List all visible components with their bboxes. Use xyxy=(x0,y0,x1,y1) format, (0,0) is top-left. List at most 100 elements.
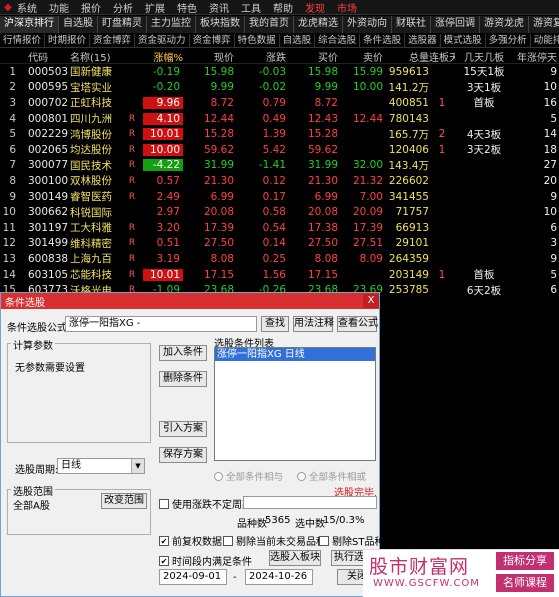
table-row[interactable]: 3 000702 正虹科技 9.96 8.72 0.79 8.72 400851 1 首板 16 xyxy=(0,95,559,111)
column-header[interactable]: 涨幅% xyxy=(138,49,186,64)
tab-main[interactable]: 财联社 xyxy=(392,16,431,33)
column-header[interactable]: 几天几板 xyxy=(455,49,513,64)
menu-item[interactable]: 帮助 xyxy=(273,0,293,15)
column-header[interactable]: 买价 xyxy=(286,49,338,64)
table-row[interactable]: 6 002065 均达股份 R 10.00 59.62 5.42 59.62 120406 1 3天… xyxy=(0,142,559,158)
tab-main[interactable]: 板块指数 xyxy=(196,16,245,33)
table-row[interactable]: 5 002229 鸿博股份 R 10.01 15.28 1.39 15.28 165.7万 2 4天… xyxy=(0,126,559,142)
table-row[interactable]: 13 600838 上海九百 R 3.19 8.08 0.25 8.08 8.09 264359 9 xyxy=(0,251,559,267)
close-icon[interactable]: X xyxy=(363,294,379,308)
view-formula-button[interactable]: 查看公式 xyxy=(337,316,378,332)
table-row[interactable]: 11 301197 工大科雅 R 3.20 17.39 0.54 17.38 17.39 6691… xyxy=(0,220,559,236)
table-row[interactable]: 7 300077 国民技术 R -4.22 31.99 -1.41 31.99 32.00 143… xyxy=(0,158,559,174)
table-row[interactable]: 10 300662 科锐国际 2.97 20.08 0.58 20.08 20.09 71757… xyxy=(0,204,559,220)
menu-item[interactable]: 资讯 xyxy=(209,0,229,15)
menu-item[interactable]: 报价 xyxy=(81,0,101,15)
to-block-button[interactable]: 选股入板块 xyxy=(269,550,321,566)
find-button[interactable]: 查找 xyxy=(261,316,289,332)
period-select[interactable]: 日线 ▼ xyxy=(57,458,145,474)
menu-item-highlight[interactable]: 发现 xyxy=(305,0,325,15)
column-header[interactable]: 连板天 xyxy=(429,49,455,64)
delete-condition-button[interactable]: 删除条件 xyxy=(159,371,207,387)
cell-yr: 5 xyxy=(550,112,557,125)
radio-all-and[interactable]: 全部条件相与 xyxy=(214,469,283,483)
tab-main[interactable]: 游资龙虎 xyxy=(480,16,529,33)
selected-value: 15/0.3% xyxy=(323,515,365,526)
tab-sub[interactable]: 特色数据 xyxy=(235,34,280,47)
condition-select-dialog: 条件选股 X 条件选股公式 涨停一阳指XG - 查找 用法注释 查看公式 计算参… xyxy=(0,292,384,597)
tab-sub[interactable]: 资金博弈 xyxy=(190,34,235,47)
date-from-input[interactable]: 2024-09-01 xyxy=(159,569,227,585)
menu-item[interactable]: 功能 xyxy=(49,0,69,15)
tab-sub[interactable]: 动能排行 xyxy=(531,34,559,47)
column-header[interactable]: 卖价 xyxy=(338,49,383,64)
tab-main[interactable]: 我的首页 xyxy=(245,16,294,33)
add-condition-button[interactable]: 加入条件 xyxy=(159,345,207,361)
tab-main[interactable]: 主力监控 xyxy=(147,16,196,33)
cell-name: 维科精密 xyxy=(70,237,112,250)
cell-code: 000801 xyxy=(28,112,69,125)
tab-sub[interactable]: 综合选股 xyxy=(315,34,361,47)
cell-yr: 10 xyxy=(543,81,557,94)
tab-sub[interactable]: 自选股 xyxy=(280,34,316,47)
menu-item[interactable]: 系统 xyxy=(17,0,37,15)
tab-main[interactable]: 涨停回调 xyxy=(431,16,480,33)
cell-vol: 203149 xyxy=(388,268,429,281)
tab-sub[interactable]: 多强分析 xyxy=(486,34,531,47)
tab-main[interactable]: 游资复盘 xyxy=(529,16,559,33)
table-row[interactable]: 1 000503 国新健康 -0.19 15.98 -0.03 15.98 15.99 9596… xyxy=(0,64,559,80)
column-header[interactable]: 名称(15) xyxy=(70,49,126,64)
condition-list-item[interactable]: 涨停一阳指XG 日线 xyxy=(215,348,375,361)
column-header[interactable]: 涨跌 xyxy=(234,49,286,64)
column-header[interactable]: 总量 xyxy=(383,49,429,64)
import-plan-button[interactable]: 引入方案 xyxy=(159,421,207,437)
menu-item[interactable]: 工具 xyxy=(241,0,261,15)
check-icon: ✔ xyxy=(159,555,169,566)
change-scope-button[interactable]: 改变范围 xyxy=(101,493,147,509)
tab-sub[interactable]: 模式选股 xyxy=(441,34,486,47)
tab-sub[interactable]: 条件选股 xyxy=(360,34,406,47)
cell-jt: 15天1板 xyxy=(463,66,505,79)
change-pct-value: 10.01 xyxy=(143,268,183,281)
exclude-st-checkbox[interactable]: 剔除ST品种 xyxy=(319,533,384,548)
formula-select[interactable]: 涨停一阳指XG - xyxy=(65,316,257,332)
use-period-checkbox[interactable]: 使用涨跌不定周期 xyxy=(159,496,252,511)
pre-restore-checkbox[interactable]: ✔ 前复权数据 xyxy=(159,533,222,548)
column-header[interactable]: 年涨停天 xyxy=(513,49,557,64)
table-row[interactable]: 14 603105 芯能科技 R 10.01 17.15 1.56 17.15 203149 1 首… xyxy=(0,267,559,283)
tab-sub[interactable]: 时期报价 xyxy=(45,34,91,47)
cell-chg: -0.03 xyxy=(258,65,286,78)
column-header[interactable]: 现价 xyxy=(186,49,234,64)
cell-jt: 首板 xyxy=(473,97,495,110)
table-row[interactable]: 4 000801 四川九洲 R 4.10 12.44 0.49 12.43 12.44 78014… xyxy=(0,111,559,127)
save-plan-button[interactable]: 保存方案 xyxy=(159,447,207,463)
tab-sub[interactable]: 资金博弈 xyxy=(90,34,136,47)
tab-sub[interactable]: 资金驱动力 xyxy=(135,34,190,47)
row-index: 14 xyxy=(2,268,16,281)
date-to-input[interactable]: 2024-10-26 xyxy=(245,569,313,585)
usage-notes-button[interactable]: 用法注释 xyxy=(293,316,334,332)
table-row[interactable]: 8 300100 双林股份 R 0.57 21.30 0.12 21.30 21.32 22660… xyxy=(0,173,559,189)
tab-main[interactable]: 龙虎精选 xyxy=(294,16,343,33)
table-row[interactable]: 9 300149 睿智医药 R 2.49 6.99 0.17 6.99 7.00 341455 9 xyxy=(0,189,559,205)
tab-sub[interactable]: 选股器 xyxy=(405,34,441,47)
menu-item[interactable]: 特色 xyxy=(177,0,197,15)
column-header[interactable]: 代码 xyxy=(18,49,70,64)
condition-list[interactable]: 涨停一阳指XG 日线 xyxy=(214,347,376,461)
time-cond-checkbox[interactable]: ✔ 时间段内满足条件 xyxy=(159,553,252,568)
tab-sub[interactable]: 行情报价 xyxy=(0,34,46,47)
tab-main[interactable]: 外资动向 xyxy=(343,16,392,33)
tab-main[interactable]: 盯盘精灵 xyxy=(98,16,147,33)
time-cond-label: 时间段内满足条件 xyxy=(172,557,252,568)
table-row[interactable]: 2 000595 宝塔实业 -0.20 9.99 -0.02 9.99 10.00 141.2万… xyxy=(0,80,559,96)
cell-price: 21.30 xyxy=(203,174,234,187)
menu-item[interactable]: 分析 xyxy=(113,0,133,15)
cell-buy: 31.99 xyxy=(307,159,338,172)
menu-item-highlight[interactable]: 市场 xyxy=(337,0,357,15)
menu-item[interactable]: 扩展 xyxy=(145,0,165,15)
exclude-untrade-checkbox[interactable]: 剔除当前未交易品种 xyxy=(223,533,326,548)
tab-main[interactable]: 自选股 xyxy=(59,16,98,33)
tab-main[interactable]: 沪深京排行 xyxy=(0,16,59,33)
radio-all-or[interactable]: 全部条件相或 xyxy=(297,469,366,483)
table-row[interactable]: 12 301499 维科精密 R 0.51 27.50 0.14 27.50 27.51 2910… xyxy=(0,236,559,252)
